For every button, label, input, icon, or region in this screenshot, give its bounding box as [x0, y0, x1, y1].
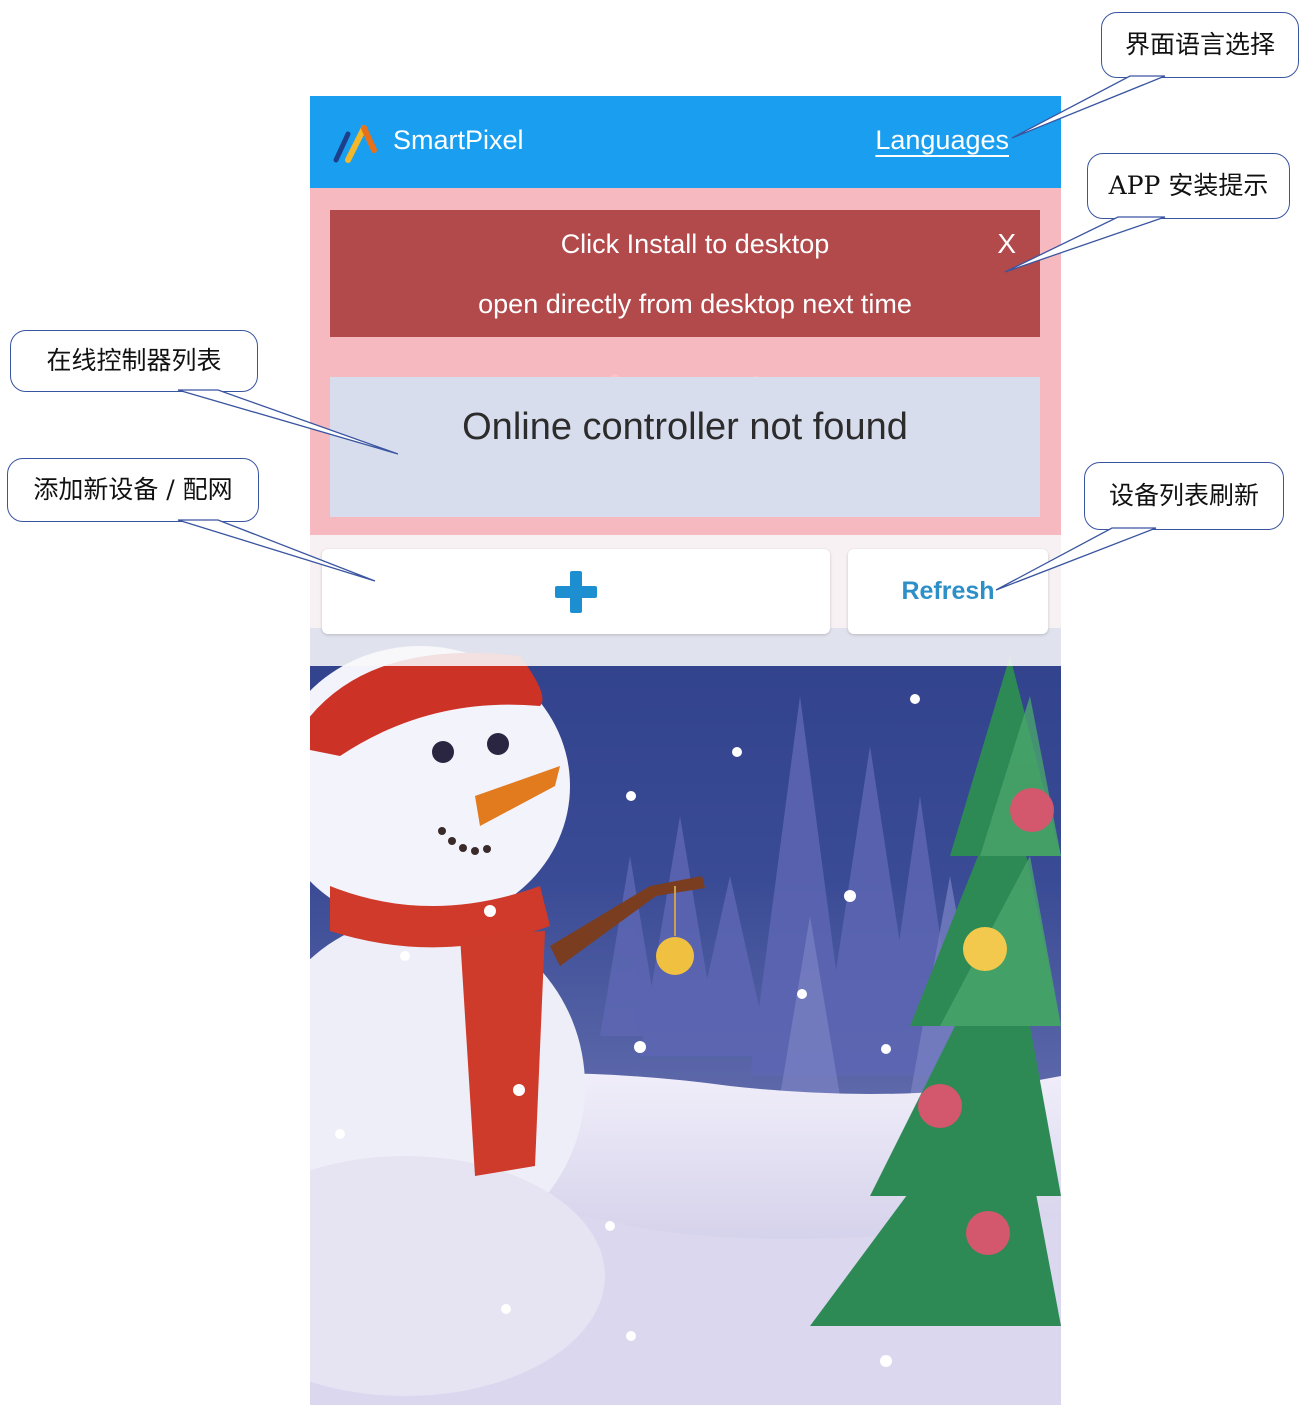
plus-icon — [555, 571, 597, 613]
callout-language-select-text: 界面语言选择 — [1124, 30, 1275, 59]
callout-add-device: 添加新设备 / 配网 — [7, 458, 259, 522]
smartpixel-logo-icon — [333, 125, 377, 163]
callout-language-select: 界面语言选择 — [1101, 12, 1299, 78]
install-banner-line1: Click Install to desktop — [560, 229, 830, 259]
callout-app-install-hint: APP 安装提示 — [1087, 153, 1290, 219]
app-brand-title: SmartPixel — [393, 125, 524, 155]
callout-app-install-hint-text: APP 安装提示 — [1108, 171, 1269, 200]
controller-list: Online controller not found — [330, 377, 1040, 517]
install-banner-line2: open directly from desktop next time — [478, 289, 912, 319]
callout-controller-list-text: 在线控制器列表 — [46, 346, 222, 375]
add-device-button[interactable] — [322, 549, 830, 634]
top-bar: SmartPixel Languages — [310, 96, 1061, 188]
languages-link[interactable]: Languages — [875, 122, 1009, 158]
refresh-button[interactable]: Refresh — [848, 549, 1048, 634]
callout-controller-list: 在线控制器列表 — [10, 330, 258, 392]
install-banner: Click Install to desktop open directly f… — [330, 210, 1040, 337]
controller-empty-message: Online controller not found — [462, 406, 908, 448]
callout-add-device-text: 添加新设备 / 配网 — [33, 475, 233, 504]
refresh-label: Refresh — [901, 577, 995, 605]
callout-refresh-list-text: 设备列表刷新 — [1108, 481, 1259, 510]
phone-screen: SmartPixel Languages Click Install to de… — [310, 96, 1061, 1405]
close-banner-button[interactable]: X — [997, 226, 1016, 262]
callout-refresh-list: 设备列表刷新 — [1084, 462, 1284, 530]
